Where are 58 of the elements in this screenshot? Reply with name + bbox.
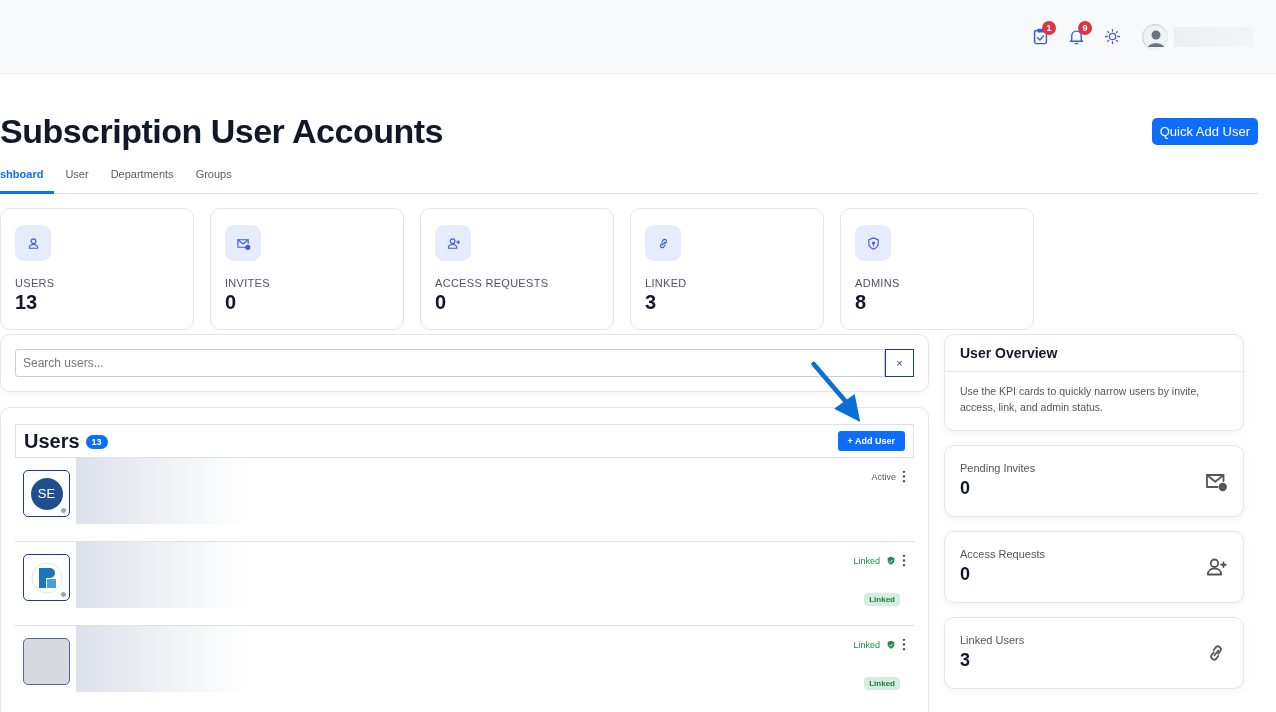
kpi-label: LINKED bbox=[645, 277, 688, 289]
stat-card[interactable]: Pending Invites 0 bbox=[944, 444, 1244, 517]
add-user-button[interactable]: + Add User bbox=[837, 431, 905, 451]
more-icon[interactable] bbox=[902, 554, 906, 567]
logo-icon bbox=[30, 561, 63, 594]
shield-icon bbox=[865, 235, 881, 251]
stat-value: 3 bbox=[960, 650, 971, 671]
more-icon[interactable] bbox=[902, 638, 906, 651]
kpi-value: 0 bbox=[225, 291, 238, 314]
status-tag: Linked bbox=[864, 593, 900, 606]
shield-icon bbox=[886, 639, 896, 650]
user-avatar[interactable] bbox=[23, 554, 70, 601]
card-text: Use the KPI cards to quickly narrow users by invite, access, link, and admin status. bbox=[959, 384, 1201, 415]
search-field[interactable]: Search users... bbox=[15, 349, 885, 377]
tasks-button[interactable]: 1 bbox=[1022, 18, 1058, 55]
sun-icon bbox=[1103, 28, 1121, 45]
count-badge: 1 bbox=[1042, 20, 1056, 35]
count-badge: 9 bbox=[1078, 20, 1092, 35]
clear-button[interactable]: × bbox=[885, 349, 914, 377]
kpi-value: 0 bbox=[435, 291, 448, 314]
tab[interactable]: Departments bbox=[99, 166, 185, 194]
stat-label: Linked Users bbox=[960, 634, 1025, 646]
kpi-label: USERS bbox=[15, 277, 56, 289]
count-badge: 13 bbox=[85, 434, 108, 449]
kpi-card[interactable]: LINKED 3 bbox=[630, 208, 824, 330]
notifications-button[interactable]: 9 bbox=[1058, 18, 1094, 55]
page-title: Subscription User Accounts bbox=[0, 111, 443, 151]
quick-add-user-button[interactable]: Quick Add User bbox=[1151, 117, 1258, 145]
card-title: User Overview bbox=[945, 335, 1243, 372]
tab[interactable]: shboard bbox=[0, 166, 55, 194]
kpi-value: 3 bbox=[645, 291, 658, 314]
kpi-card[interactable]: ADMINS 8 bbox=[840, 208, 1034, 330]
kpi-value: 8 bbox=[855, 291, 868, 314]
kpi-card[interactable]: ACCESS REQUESTS 0 bbox=[420, 208, 614, 330]
kpi-value: 13 bbox=[15, 291, 39, 314]
tab[interactable]: User bbox=[54, 166, 100, 194]
shield-icon bbox=[886, 555, 896, 566]
kpi-card[interactable]: INVITES 0 bbox=[210, 208, 404, 330]
stat-card[interactable]: Linked Users 3 bbox=[944, 616, 1244, 689]
status-text: Linked bbox=[853, 555, 880, 566]
kpi-card[interactable]: USERS 13 bbox=[0, 208, 194, 330]
initials-logo: SE bbox=[30, 477, 63, 510]
kpi-label: INVITES bbox=[225, 277, 271, 289]
stat-value: 0 bbox=[960, 478, 971, 499]
kpi-label: ADMINS bbox=[855, 277, 901, 289]
status-text: Linked bbox=[853, 639, 880, 650]
tab[interactable]: Groups bbox=[184, 166, 243, 194]
status-text: Active bbox=[871, 471, 896, 482]
user-avatar[interactable]: SE bbox=[23, 470, 70, 517]
stat-label: Pending Invites bbox=[960, 462, 1036, 474]
status-tag: Linked bbox=[864, 677, 900, 690]
kpi-label: ACCESS REQUESTS bbox=[435, 277, 550, 289]
stat-value: 0 bbox=[960, 564, 971, 585]
user-plus-icon bbox=[445, 235, 461, 251]
stat-label: Access Requests bbox=[960, 548, 1045, 560]
section-title: Users bbox=[24, 429, 80, 452]
more-icon[interactable] bbox=[902, 470, 906, 483]
stat-card[interactable]: Access Requests 0 bbox=[944, 530, 1244, 603]
